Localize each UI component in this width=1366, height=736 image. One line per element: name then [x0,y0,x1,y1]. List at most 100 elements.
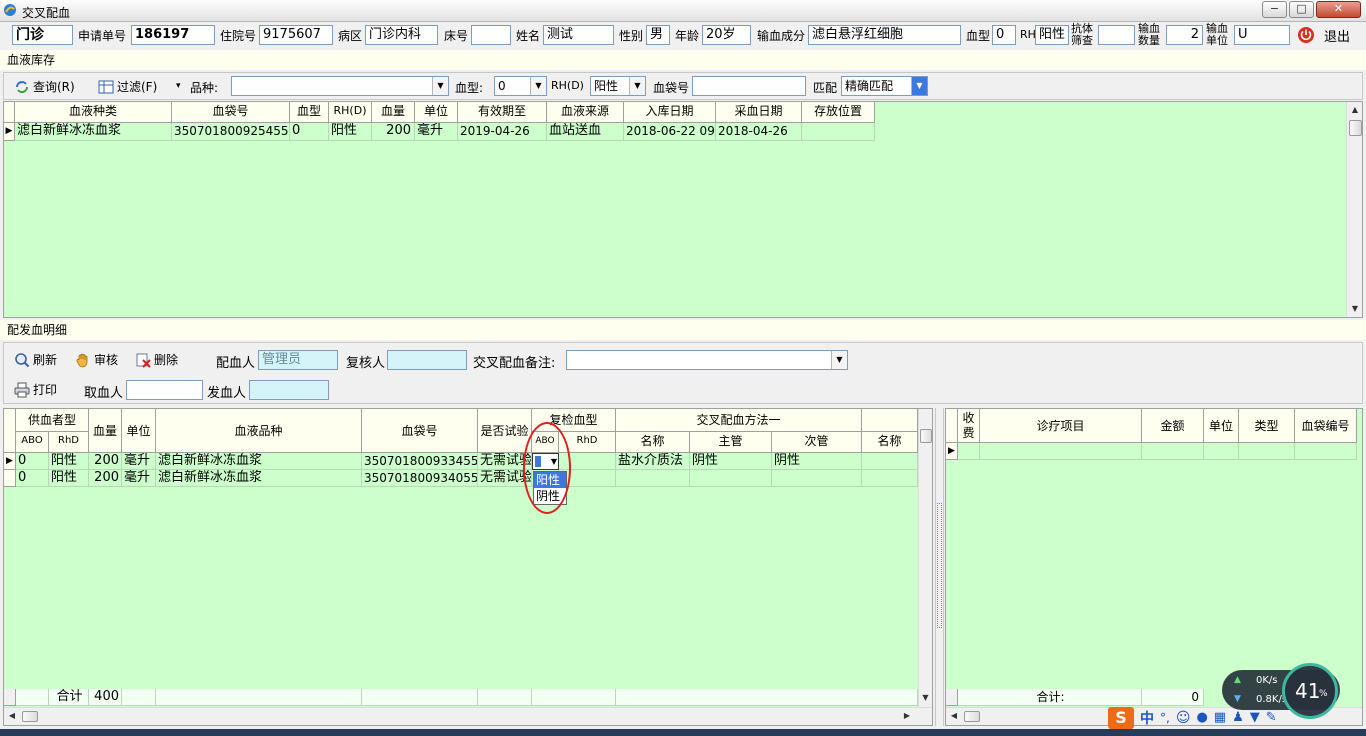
stock-cell[interactable]: 2018-04-26 [716,123,802,141]
col-header[interactable]: 单位 [122,409,156,453]
inpatient-no-field[interactable]: 9175607 [259,25,333,45]
scroll-left-icon[interactable]: ◀ [7,711,17,720]
fee-cell[interactable] [1295,443,1357,460]
stock-cell[interactable]: 滤白新鲜冰冻血浆 [15,123,172,141]
apply-no-field[interactable]: 186197 [131,25,215,45]
detail-cell[interactable] [690,470,772,487]
stock-cell[interactable]: 阳性 [329,123,372,141]
ward-field[interactable]: 门诊内科 [365,25,438,45]
print-button[interactable]: 打印 [14,381,57,398]
stock-cell[interactable]: 350701800925455D( [172,123,290,141]
col-header[interactable]: 入库日期 [624,102,716,123]
col-header[interactable]: 血袋号 [362,409,478,453]
scroll-left-icon[interactable]: ◀ [949,711,959,720]
maximize-button[interactable]: □ [1289,1,1314,18]
matcher-field[interactable]: 管理员 [258,350,338,370]
detail-cell[interactable]: 毫升 [122,453,156,470]
stock-cell[interactable]: 毫升 [415,123,458,141]
detail-cell[interactable]: 盐水介质法 [616,453,690,470]
filter-button[interactable]: 过滤(F) [98,78,157,95]
scroll-thumb[interactable] [964,711,980,722]
col-header[interactable]: 采血日期 [716,102,802,123]
emoji-icon[interactable]: ☺ [1176,710,1191,726]
col-header[interactable]: 血袋编号 [1295,409,1357,443]
detail-cell[interactable]: 0 [16,453,49,470]
dept-field[interactable]: 门诊 [12,25,73,45]
col-header[interactable]: 收费 [958,409,980,443]
keyboard-icon[interactable]: ▦ [1214,710,1226,725]
detail-cell[interactable] [616,470,690,487]
stock-cell[interactable]: 200 [372,123,415,141]
panel-splitter[interactable] [935,408,944,726]
col-header[interactable]: 血量 [89,409,122,453]
review-button[interactable]: 审核 [75,351,118,368]
col-header[interactable]: 血液品种 [156,409,362,453]
col-header[interactable]: 是否试验 [478,409,532,453]
col-header[interactable]: 血量 [372,102,415,123]
detail-cell[interactable]: 滤白新鲜冰冻血浆 [156,470,362,487]
sogou-logo-icon[interactable]: S [1108,706,1134,729]
age-field[interactable]: 20岁 [702,25,751,45]
detail-cell[interactable]: 阴性 [772,453,862,470]
fee-cell[interactable] [1142,443,1204,460]
skin-icon[interactable]: ▼ [1250,710,1260,725]
stock-cell[interactable] [802,123,875,141]
scroll-thumb[interactable] [22,711,38,722]
query-button[interactable]: 查询(R) [14,78,75,95]
stock-blood-type-select[interactable]: 0 ▼ [494,76,547,96]
col-header[interactable]: 诊疗项目 [980,409,1142,443]
detail-cell[interactable] [862,453,918,470]
col-header[interactable]: 类型 [1239,409,1295,443]
note-select[interactable]: ▼ [566,350,848,370]
col-header[interactable]: 血袋号 [172,102,290,123]
stock-vertical-scrollbar[interactable]: ▲ ▼ [1346,102,1362,317]
match-select[interactable]: 精确匹配 ▼ [841,76,928,96]
variety-select[interactable]: ▼ [231,76,449,96]
col-header[interactable]: 主管 [690,432,772,453]
fee-cell[interactable] [1239,443,1295,460]
detail-cell[interactable] [772,470,862,487]
col-header[interactable]: ABO [16,432,49,453]
col-header[interactable]: 血液来源 [547,102,624,123]
unit-field[interactable]: U [1234,25,1290,45]
rechecker-field[interactable] [387,350,467,370]
stock-rh-select[interactable]: 阳性 ▼ [590,76,646,96]
wrench-icon[interactable]: ✎ [1266,710,1277,725]
antibody-field[interactable] [1098,25,1135,45]
blood-type-field[interactable]: 0 [992,25,1016,45]
splitter-grip[interactable] [937,503,942,628]
col-header[interactable]: 有效期至 [458,102,547,123]
detail-cell[interactable]: 350701800934055D( [362,470,478,487]
bed-field[interactable] [471,25,511,45]
gender-field[interactable]: 男 [646,25,670,45]
detail-cell[interactable]: 200 [89,470,122,487]
detail-cell[interactable]: 滤白新鲜冰冻血浆 [156,453,362,470]
col-header[interactable]: 金额 [1142,409,1204,443]
scroll-thumb[interactable] [1349,120,1362,136]
scroll-right-icon[interactable]: ▶ [902,711,912,720]
detail-horizontal-scrollbar[interactable]: ◀ ▶ [4,707,932,725]
detail-cell[interactable]: 350701800933455D( [362,453,478,470]
issuer-field[interactable] [249,380,329,400]
col-header[interactable]: 名称 [616,432,690,453]
detail-cell[interactable]: 阴性 [690,453,772,470]
fee-cell[interactable] [1204,443,1239,460]
detail-cell[interactable]: 阳性 [49,453,89,470]
ime-lang-indicator[interactable]: 中 [1140,708,1154,728]
user-icon[interactable]: ♟ [1232,710,1244,725]
delete-button[interactable]: 删除 [135,351,178,368]
punctuation-icon[interactable]: °, [1160,711,1170,725]
rh-field[interactable]: 阳性 [1035,25,1069,45]
col-header[interactable]: RhD [49,432,89,453]
exit-button[interactable]: 退出 [1297,25,1350,45]
stock-cell[interactable]: 2019-04-26 [458,123,547,141]
scroll-down-icon[interactable]: ▼ [919,693,932,702]
fee-cell[interactable] [958,443,980,460]
refresh-button[interactable]: 刷新 [14,351,57,368]
detail-vertical-scrollbar[interactable]: ▼ [918,409,932,707]
col-header[interactable]: 名称 [862,432,918,453]
stock-cell[interactable]: 0 [290,123,329,141]
detail-cell[interactable] [862,470,918,487]
stock-cell[interactable]: 血站送血 [547,123,624,141]
minimize-button[interactable]: − [1262,1,1287,18]
